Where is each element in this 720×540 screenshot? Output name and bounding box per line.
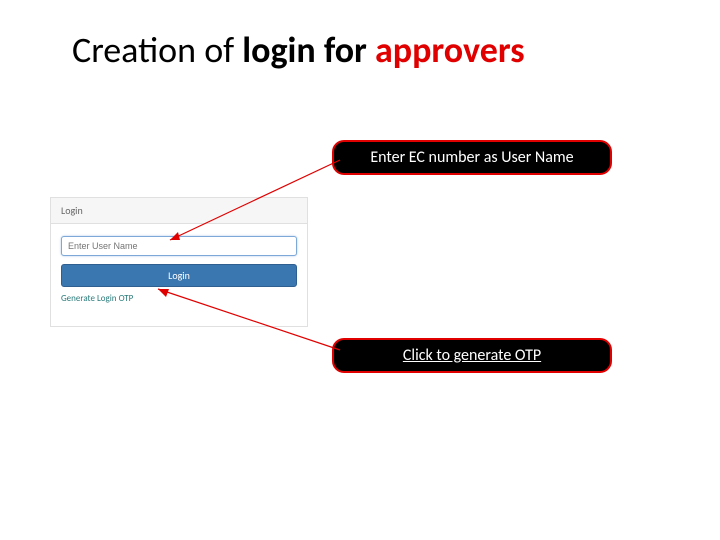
panel-header: Login [51,198,307,224]
page-title: Creation of login for approvers [72,28,525,72]
title-part1: Creation of [72,28,242,72]
title-part2: login for [242,28,375,72]
callout-otp: Click to generate OTP [332,338,612,373]
username-input[interactable] [61,236,297,256]
callout-otp-text: Click to generate OTP [403,346,541,365]
login-panel: Login Login Generate Login OTP [50,197,308,327]
panel-body: Login Generate Login OTP [51,224,307,312]
callout-username: Enter EC number as User Name [332,140,612,175]
login-button[interactable]: Login [61,264,297,287]
generate-otp-link[interactable]: Generate Login OTP [61,293,297,304]
callout-username-text: Enter EC number as User Name [370,148,573,167]
title-part3: approvers [375,28,525,72]
